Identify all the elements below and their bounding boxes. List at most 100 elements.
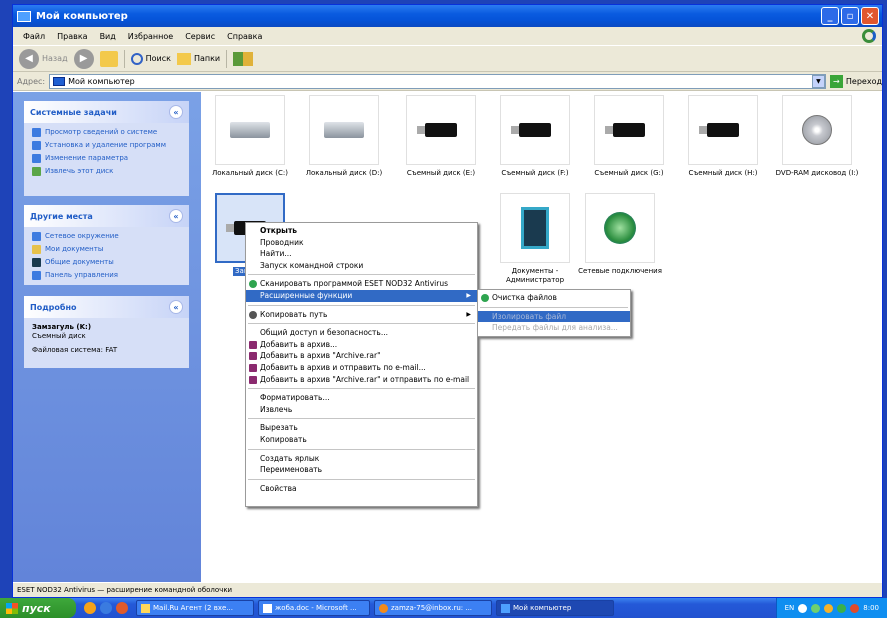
go-button[interactable]: → Переход xyxy=(829,74,882,88)
address-dropdown-button[interactable]: ▼ xyxy=(811,74,825,88)
menu-item-open[interactable]: Открыть xyxy=(246,225,477,237)
copy-path-icon xyxy=(249,310,257,319)
address-bar: Адрес: Мой компьютер ▼ → Переход xyxy=(13,72,882,91)
place-my-documents[interactable]: Мои документы xyxy=(32,245,181,254)
menu-favorites[interactable]: Избранное xyxy=(122,32,179,41)
system-tasks-header[interactable]: Системные задачи « xyxy=(24,101,189,123)
taskbar-button-mailru[interactable]: Mail.Ru Агент (2 вхе... xyxy=(136,600,254,616)
menu-item-cut[interactable]: Вырезать xyxy=(246,422,477,434)
menu-item-find[interactable]: Найти... xyxy=(246,248,477,260)
collapse-icon[interactable]: « xyxy=(169,105,183,119)
tray-icon[interactable] xyxy=(837,603,847,613)
eject-icon xyxy=(32,167,41,176)
menu-item-properties[interactable]: Свойства xyxy=(246,483,477,495)
eset-icon xyxy=(249,280,257,289)
place-control-panel[interactable]: Панель управления xyxy=(32,271,181,280)
status-text: ESET NOD32 Antivirus — расширение команд… xyxy=(17,586,233,594)
drive-d[interactable]: Локальный диск (D:) xyxy=(297,95,391,178)
menu-edit[interactable]: Правка xyxy=(51,32,93,41)
item-label: Съемный диск (H:) xyxy=(688,169,758,177)
task-label: Просмотр сведений о системе xyxy=(45,128,158,136)
drive-g[interactable]: Съемный диск (G:) xyxy=(582,95,676,178)
back-arrow-icon: ◀ xyxy=(19,48,39,69)
menu-item-rename[interactable]: Переименовать xyxy=(246,464,477,476)
tray-icon[interactable] xyxy=(850,603,860,613)
drive-e[interactable]: Съемный диск (E:) xyxy=(394,95,488,178)
item-label: Съемный диск (G:) xyxy=(594,169,664,177)
menu-item-copy[interactable]: Копировать xyxy=(246,434,477,446)
menu-item-extended[interactable]: Расширенные функции ▶ xyxy=(246,289,477,302)
menu-item-sharing[interactable]: Общий доступ и безопасность... xyxy=(246,327,477,339)
clock[interactable]: 8:00 xyxy=(863,604,879,612)
menu-item-eject[interactable]: Извлечь xyxy=(246,404,477,416)
usb-drive-icon xyxy=(688,95,758,165)
forward-button[interactable]: ▶ xyxy=(73,48,94,69)
details-name: Замзагуль (K:) xyxy=(32,323,92,331)
task-view-system-info[interactable]: Просмотр сведений о системе xyxy=(32,128,181,137)
place-shared-documents[interactable]: Общие документы xyxy=(32,258,181,267)
menu-item-add-archive[interactable]: Добавить в архив... xyxy=(246,339,477,351)
task-label: Установка и удаление программ xyxy=(45,141,166,149)
menu-item-explorer[interactable]: Проводник xyxy=(246,237,477,249)
address-input[interactable]: Мой компьютер ▼ xyxy=(49,73,826,89)
drive-h[interactable]: Съемный диск (H:) xyxy=(676,95,770,178)
network-connections[interactable]: Сетевые подключения xyxy=(573,193,667,276)
windows-flag-icon xyxy=(6,602,18,614)
taskbar-label: жоба.doc - Microsoft ... xyxy=(275,604,357,612)
taskbar-button-browser[interactable]: zamza-75@inbox.ru: ... xyxy=(374,600,492,616)
drive-f[interactable]: Съемный диск (F:) xyxy=(488,95,582,178)
views-button[interactable] xyxy=(233,51,254,66)
other-places-header[interactable]: Другие места « xyxy=(24,205,189,227)
place-network[interactable]: Сетевое окружение xyxy=(32,232,181,241)
window-title: Мой компьютер xyxy=(36,10,128,22)
taskbar-button-my-computer[interactable]: Мой компьютер xyxy=(496,600,614,616)
drive-c[interactable]: Локальный диск (C:) xyxy=(203,95,297,178)
menu-item-format[interactable]: Форматировать... xyxy=(246,392,477,404)
quick-launch-icon[interactable] xyxy=(84,602,96,614)
submenu-item-send-analysis[interactable]: Передать файлы для анализа... xyxy=(478,322,630,334)
quick-launch-icon[interactable] xyxy=(116,602,128,614)
menu-help[interactable]: Справка xyxy=(221,32,268,41)
task-eject-disk[interactable]: Извлечь этот диск xyxy=(32,167,181,176)
collapse-icon[interactable]: « xyxy=(169,209,183,223)
submenu-item-clean-files[interactable]: Очистка файлов xyxy=(478,292,630,304)
language-indicator[interactable]: EN xyxy=(785,604,795,612)
place-label: Общие документы xyxy=(45,258,114,266)
task-change-setting[interactable]: Изменение параметра xyxy=(32,154,181,163)
minimize-button[interactable]: _ xyxy=(821,7,839,25)
back-button[interactable]: ◀ Назад xyxy=(19,48,68,69)
menu-item-create-shortcut[interactable]: Создать ярлык xyxy=(246,453,477,465)
search-button[interactable]: Поиск xyxy=(130,52,171,65)
maximize-button[interactable]: ▫ xyxy=(841,7,859,25)
start-button[interactable]: пуск xyxy=(0,598,76,618)
close-button[interactable]: ✕ xyxy=(861,7,879,25)
tray-icon[interactable] xyxy=(798,603,808,613)
quick-launch-icon[interactable] xyxy=(100,602,112,614)
submenu-item-quarantine[interactable]: Изолировать файл xyxy=(478,310,630,323)
drive-i[interactable]: DVD-RAM дисковод (I:) xyxy=(770,95,864,178)
collapse-icon[interactable]: « xyxy=(169,300,183,314)
tray-icon[interactable] xyxy=(824,603,834,613)
word-icon xyxy=(263,603,272,613)
menu-view[interactable]: Вид xyxy=(94,32,122,41)
folders-button[interactable]: Папки xyxy=(176,52,220,65)
shared-documents-folder[interactable]: Документы - Администратор xyxy=(488,193,582,285)
menu-file[interactable]: Файл xyxy=(17,32,51,41)
menu-item-copy-path[interactable]: Копировать путь ▶ xyxy=(246,309,477,321)
up-folder-icon[interactable] xyxy=(99,50,118,67)
taskbar-button-word[interactable]: жоба.doc - Microsoft ... xyxy=(258,600,370,616)
tray-icon[interactable] xyxy=(811,603,821,613)
menu-item-eset-scan[interactable]: Сканировать программой ESET NOD32 Antivi… xyxy=(246,278,477,290)
title-bar[interactable]: Мой компьютер _ ▫ ✕ xyxy=(13,5,882,27)
details-header[interactable]: Подробно « xyxy=(24,296,189,318)
menu-item-archive-rar-email[interactable]: Добавить в архив "Archive.rar" и отправи… xyxy=(246,374,477,386)
place-label: Панель управления xyxy=(45,271,118,279)
start-label: пуск xyxy=(22,601,51,615)
task-add-remove-programs[interactable]: Установка и удаление программ xyxy=(32,141,181,150)
menu-item-archive-email[interactable]: Добавить в архив и отправить по e-mail..… xyxy=(246,362,477,374)
menu-tools[interactable]: Сервис xyxy=(179,32,221,41)
network-icon xyxy=(32,232,41,241)
details-filesystem: Файловая система: FAT xyxy=(32,346,118,354)
menu-item-cmd[interactable]: Запуск командной строки xyxy=(246,260,477,272)
menu-item-add-archive-rar[interactable]: Добавить в архив "Archive.rar" xyxy=(246,350,477,362)
